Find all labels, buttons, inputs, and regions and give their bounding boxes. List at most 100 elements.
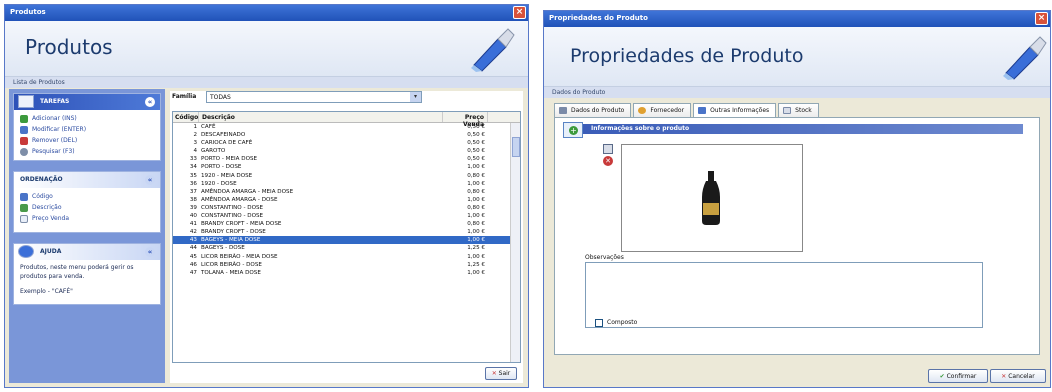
sort-code[interactable]: Código (14, 191, 160, 202)
page-title: Propriedades de Produto (570, 45, 804, 67)
chevron-down-icon[interactable]: ▾ (410, 92, 421, 102)
produtos-header: Produtos (5, 21, 528, 77)
produtos-titlebar: Produtos × (5, 5, 528, 21)
cell-code: 47 (189, 269, 197, 276)
familia-select[interactable]: TODAS ▾ (206, 91, 422, 103)
table-row[interactable]: 40 CONSTANTINO - DOSE 1,00 € (173, 212, 520, 220)
cell-description: BRANDY CROFT - DOSE (201, 229, 266, 236)
cell-description: CONSTANTINO - DOSE (201, 204, 264, 211)
cell-price: 1,00 € (467, 253, 485, 260)
table-row[interactable]: 1 CAFÉ 0,50 € (173, 123, 520, 131)
table-row[interactable]: 35 1920 - MEIA DOSE 0,80 € (173, 172, 520, 180)
close-icon[interactable]: × (513, 6, 526, 19)
cell-code: 2 (193, 132, 197, 139)
table-row[interactable]: 33 PORTO - MEIA DOSE 0,50 € (173, 155, 520, 163)
cell-price: 0,80 € (467, 188, 485, 195)
cell-code: 44 (189, 245, 197, 252)
cell-code: 4 (193, 148, 197, 155)
pencil-icon (559, 107, 567, 114)
info-icon: + (563, 122, 583, 138)
composto-label: Composto (607, 319, 638, 326)
cell-description: TOLANA - MEIA DOSE (201, 269, 261, 276)
vertical-scrollbar[interactable] (510, 123, 520, 362)
cell-code: 3 (193, 140, 197, 147)
close-icon[interactable]: × (1035, 12, 1048, 25)
cancelar-button[interactable]: ✕ Cancelar (990, 369, 1046, 383)
tab-panel: + Informações sobre o produto ✕ Observaç… (554, 117, 1040, 355)
tab-stock[interactable]: Stock (778, 103, 819, 117)
add-image-button[interactable] (603, 144, 613, 154)
tab-outras-informacoes[interactable]: Outras Informações (693, 103, 777, 117)
tab-fornecedor[interactable]: Fornecedor (633, 103, 692, 117)
task-search[interactable]: Pesquisar (F3) (14, 146, 160, 157)
info-bar: Informações sobre o produto (583, 124, 1023, 134)
task-modify[interactable]: Modificar (ENTER) (14, 124, 160, 135)
cell-code: 33 (189, 156, 197, 163)
table-row[interactable]: 3 CARIOCA DE CAFÉ 0,50 € (173, 139, 520, 147)
scroll-thumb[interactable] (512, 137, 520, 157)
brush-icon (1003, 36, 1047, 80)
table-row[interactable]: 4 GAROTO 0,50 € (173, 147, 520, 155)
observacoes-textarea[interactable] (585, 262, 983, 328)
product-grid: Código Descrição Preço Venda 1 CAFÉ 0,50 €… (172, 111, 521, 363)
table-row[interactable]: 34 PORTO - DOSE 1,00 € (173, 163, 520, 171)
tab-dados-produto[interactable]: Dados do Produto (554, 103, 632, 117)
cell-code: 36 (189, 180, 197, 187)
table-row[interactable]: 44 BAGEYS - DOSE 1,25 € (173, 244, 520, 252)
task-remove[interactable]: Remover (DEL) (14, 135, 160, 146)
column-header[interactable]: Preço Venda (443, 112, 488, 128)
remove-image-icon[interactable]: ✕ (603, 156, 613, 166)
column-header[interactable]: Descrição (199, 112, 443, 122)
column-header[interactable]: Código (173, 112, 199, 122)
collapse-icon[interactable]: « (145, 97, 155, 107)
produtos-window: Produtos × Produtos Lista de Produtos TA… (4, 4, 529, 388)
table-row[interactable]: 42 BRANDY CROFT - DOSE 1,00 € (173, 228, 520, 236)
sort-description[interactable]: Descrição (14, 202, 160, 213)
cell-price: 1,25 € (467, 245, 485, 252)
cell-price: 1,00 € (467, 269, 485, 276)
product-list-pane: Família TODAS ▾ Código Descrição Preço V… (170, 91, 523, 383)
table-row[interactable]: 43 BAGEYS - MEIA DOSE 1,00 € (173, 236, 520, 245)
help-text: Produtos, neste menu poderá gerir os pro… (20, 264, 134, 280)
familia-label: Família (172, 93, 197, 100)
ajuda-header[interactable]: AJUDA « (14, 244, 160, 260)
table-row[interactable]: 46 LICOR BEIRÃO - DOSE 1,25 € (173, 261, 520, 269)
cell-price: 0,50 € (467, 132, 485, 139)
page-title: Produtos (25, 35, 113, 59)
cell-description: 1920 - DOSE (201, 180, 237, 187)
ordenacao-box: ORDENAÇÃO « Código Descrição Preço Venda (13, 171, 161, 233)
table-row[interactable]: 36 1920 - DOSE 1,00 € (173, 180, 520, 188)
window-title: Produtos (10, 8, 46, 16)
close-icon: ✕ (491, 370, 497, 377)
cell-description: PORTO - MEIA DOSE (201, 156, 258, 163)
task-pane: TAREFAS « Adicionar (INS) Modificar (ENT… (9, 89, 165, 383)
cell-price: 1,00 € (467, 213, 485, 220)
table-row[interactable]: 39 CONSTANTINO - DOSE 0,80 € (173, 204, 520, 212)
task-add[interactable]: Adicionar (INS) (14, 113, 160, 124)
sort-price[interactable]: Preço Venda (14, 213, 160, 224)
table-row[interactable]: 47 TOLANA - MEIA DOSE 1,00 € (173, 269, 520, 277)
cell-description: AMÊNDOA AMARGA - MEIA DOSE (201, 188, 294, 195)
cell-price: 0,80 € (467, 172, 485, 179)
cell-code: 46 (189, 261, 197, 268)
table-row[interactable]: 38 AMÊNDOA AMARGA - DOSE 1,00 € (173, 196, 520, 204)
cell-code: 37 (189, 188, 197, 195)
cell-description: BRANDY CROFT - MEIA DOSE (201, 221, 282, 228)
table-row[interactable]: 37 AMÊNDOA AMARGA - MEIA DOSE 0,80 € (173, 188, 520, 196)
edit-icon (20, 126, 28, 134)
cell-price: 0,50 € (467, 156, 485, 163)
cell-description: CARIOCA DE CAFÉ (201, 140, 253, 147)
composto-checkbox[interactable] (595, 319, 603, 327)
table-row[interactable]: 45 LICOR BEIRÃO - MEIA DOSE 1,00 € (173, 253, 520, 261)
tarefas-header[interactable]: TAREFAS « (14, 94, 160, 110)
ordenacao-header[interactable]: ORDENAÇÃO « (14, 172, 160, 188)
confirmar-button[interactable]: ✔ Confirmar (928, 369, 988, 383)
cell-code: 42 (189, 229, 197, 236)
sair-button[interactable]: ✕ Sair (485, 367, 517, 380)
table-row[interactable]: 41 BRANDY CROFT - MEIA DOSE 0,80 € (173, 220, 520, 228)
cell-price: 0,80 € (467, 221, 485, 228)
collapse-icon[interactable]: « (145, 175, 155, 185)
collapse-icon[interactable]: « (145, 247, 155, 257)
observacoes-label: Observações (585, 254, 624, 261)
table-row[interactable]: 2 DESCAFEINADO 0,50 € (173, 131, 520, 139)
